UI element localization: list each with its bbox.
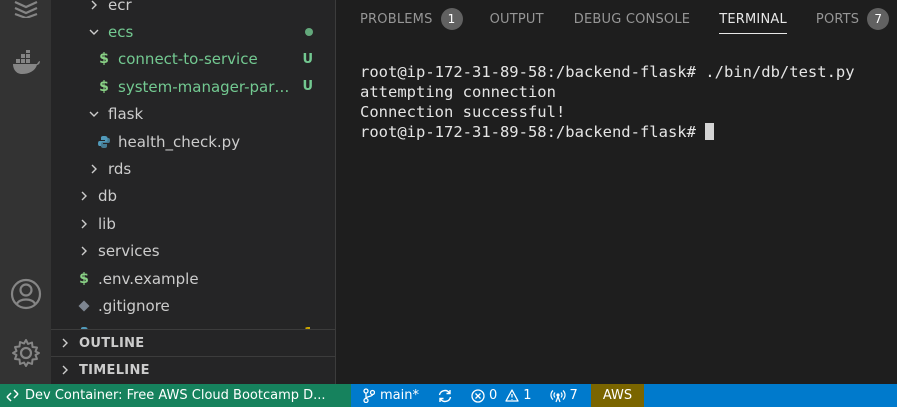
account-icon[interactable] [0,278,51,310]
terminal-prompt: root@ip-172-31-89-58:/backend-flask# [360,123,706,141]
shell-file-icon: $ [99,51,109,68]
warning-icon [505,389,519,402]
ports-count-badge: 7 [867,8,890,30]
git-branch-icon [363,388,375,403]
docker-icon[interactable] [0,50,51,76]
problems-indicator[interactable]: 0 1 [462,384,541,407]
status-bar: Dev Container: Free AWS Cloud Bootcamp D… [0,384,897,407]
folder-item[interactable]: services [51,238,335,265]
folder-item[interactable]: ecs [51,18,335,45]
remote-label: Dev Container: Free AWS Cloud Bootcamp D… [25,388,326,403]
tree-item-label: rds [108,160,132,179]
outline-label: OUTLINE [79,335,145,351]
error-count: 0 [488,388,498,403]
tree-item-label: .env.example [98,269,199,288]
chevron-down-icon [86,109,102,119]
tree-item-label: db [98,187,118,206]
terminal-output[interactable]: root@ip-172-31-89-58:/backend-flask# ./b… [360,62,855,142]
tab-ports[interactable]: PORTS 7 [815,0,890,38]
tab-label: TERMINAL [719,11,787,27]
terminal-line: attempting connection [360,83,556,101]
tab-label: PORTS [815,11,860,27]
settings-gear-icon[interactable] [0,338,51,368]
file-item[interactable]: .gitignore [51,292,335,319]
tab-label: DEBUG CONSOLE [573,11,691,27]
bottom-panel: PROBLEMS 1 OUTPUT DEBUG CONSOLE TERMINAL… [335,0,897,384]
tree-item-label: ecr [108,0,132,14]
remote-indicator[interactable]: Dev Container: Free AWS Cloud Bootcamp D… [0,384,351,407]
outline-section-header[interactable]: OUTLINE [51,329,335,356]
python-file-icon [96,135,112,149]
file-tree: ecr ecs $ connect-to-service U $ system-manage… [51,0,335,347]
chevron-down-icon [86,27,102,37]
git-file-icon [76,300,92,312]
file-item[interactable]: $ connect-to-service U [51,46,335,73]
sync-icon [437,389,453,403]
tab-output[interactable]: OUTPUT [490,0,544,38]
chevron-right-icon [76,246,92,256]
file-item[interactable]: $ system-manager-parameters U [51,73,335,100]
git-status-badge: U [302,79,313,95]
broadcast-icon [550,389,566,403]
tree-item-label: connect-to-service [118,50,258,69]
aws-indicator[interactable]: AWS [590,384,645,407]
chevron-right-icon [76,219,92,229]
branch-label: main* [380,388,419,403]
sync-button[interactable] [428,384,462,407]
tree-item-label: ecs [108,23,134,42]
aws-label: AWS [602,388,633,403]
ports-count: 7 [569,388,578,403]
file-item[interactable]: health_check.py [51,128,335,155]
ports-indicator[interactable]: 7 [541,384,587,407]
extensions-icon[interactable] [0,0,51,18]
terminal-cursor [705,123,715,140]
tab-terminal[interactable]: TERMINAL [719,0,787,38]
terminal-line: root@ip-172-31-89-58:/backend-flask# ./b… [360,63,855,81]
error-icon [471,388,485,403]
problems-count-badge: 1 [440,8,463,30]
tab-debug-console[interactable]: DEBUG CONSOLE [574,0,690,38]
folder-item[interactable]: db [51,183,335,210]
folder-item[interactable]: lib [51,210,335,237]
terminal-prompt-line: root@ip-172-31-89-58:/backend-flask# [360,122,855,142]
tab-label: OUTPUT [489,11,544,27]
git-status-badge: U [302,51,313,67]
tab-label: PROBLEMS [360,11,433,27]
timeline-label: TIMELINE [79,362,150,378]
tree-item-label: flask [108,105,144,124]
timeline-section-header[interactable]: TIMELINE [51,356,335,383]
chevron-right-icon [86,164,102,174]
chevron-right-icon [76,191,92,201]
shell-file-icon: $ [79,270,89,287]
panel-tabs: PROBLEMS 1 OUTPUT DEBUG CONSOLE TERMINAL… [336,0,897,38]
remote-icon [6,389,19,402]
tree-item-label: .gitignore [98,296,170,315]
tree-item-label: services [98,242,160,261]
terminal-line: Connection successful! [360,103,566,121]
tree-item-label: health_check.py [118,132,241,151]
tree-item-label: system-manager-parameters [118,77,293,96]
folder-item[interactable]: ecr [51,0,335,18]
chevron-right-icon [86,0,102,10]
folder-item[interactable]: flask [51,101,335,128]
warning-count: 1 [523,388,532,403]
chevron-right-icon [57,338,73,348]
folder-item[interactable]: rds [51,155,335,182]
tab-problems[interactable]: PROBLEMS 1 [360,0,463,38]
activity-bar [0,0,51,384]
branch-indicator[interactable]: main* [351,384,428,407]
chevron-right-icon [57,365,73,375]
shell-file-icon: $ [99,78,109,95]
explorer-sidebar: ecr ecs $ connect-to-service U $ system-manage… [51,0,335,384]
tree-item-label: lib [98,214,116,233]
modified-dot [305,28,313,37]
file-item[interactable]: $ .env.example [51,265,335,292]
